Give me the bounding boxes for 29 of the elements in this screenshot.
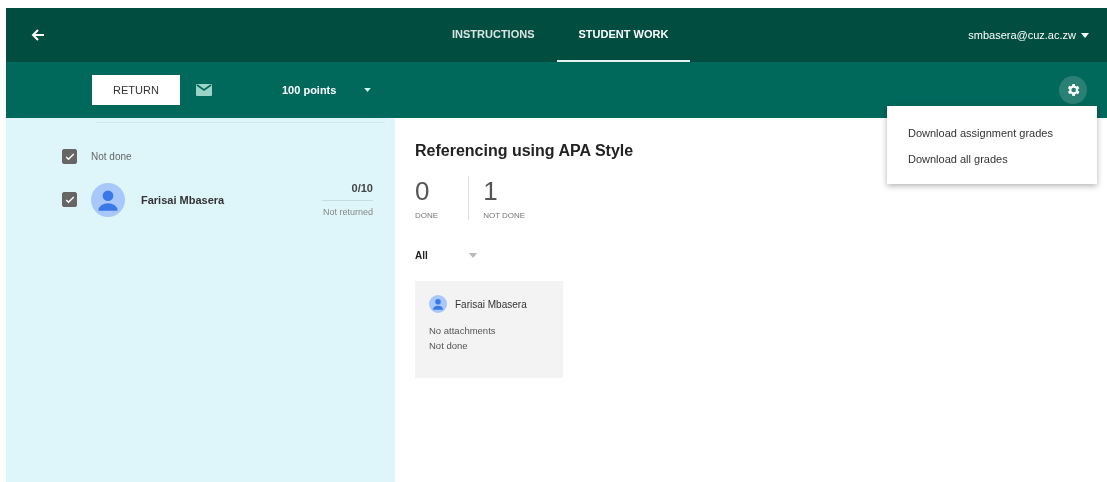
checkbox[interactable]: [62, 149, 77, 164]
settings-icon[interactable]: [1059, 76, 1087, 104]
points-dropdown[interactable]: 100 points: [282, 84, 372, 96]
attachments-text: No attachments: [429, 324, 496, 338]
back-arrow-icon[interactable]: [30, 27, 46, 43]
stat-count: 1: [483, 176, 499, 207]
menu-item[interactable]: Download all grades: [887, 146, 1097, 172]
checkbox[interactable]: [62, 192, 77, 207]
stat-label: NOT DONE: [483, 211, 526, 220]
avatar-icon: [429, 295, 447, 313]
account-menu[interactable]: smbasera@cuz.ac.zw: [968, 29, 1089, 41]
caret-icon[interactable]: [1081, 32, 1089, 38]
group-label: Not done: [91, 151, 132, 162]
caret-icon[interactable]: [364, 88, 372, 92]
stat-count: 0: [415, 176, 431, 207]
grade-status: Not returned: [322, 207, 373, 217]
grade-field[interactable]: 0/10: [321, 182, 373, 201]
student-card[interactable]: Farisai Mbasera No attachments Not done: [415, 281, 563, 378]
tab[interactable]: INSTRUCTIONS: [430, 8, 557, 62]
stat-label: DONE: [415, 211, 439, 220]
email-icon[interactable]: [196, 84, 212, 96]
filter-dropdown[interactable]: All: [415, 250, 478, 261]
menu-item[interactable]: Download assignment grades: [887, 120, 1097, 146]
status-text: Not done: [429, 339, 468, 353]
student-name: Farisai Mbasera: [141, 193, 226, 206]
avatar-icon: [91, 182, 125, 217]
student-name: Farisai Mbasera: [455, 298, 527, 310]
assignment-title: Referencing using APA Style: [415, 142, 634, 160]
return-button[interactable]: RETURN: [92, 75, 180, 105]
